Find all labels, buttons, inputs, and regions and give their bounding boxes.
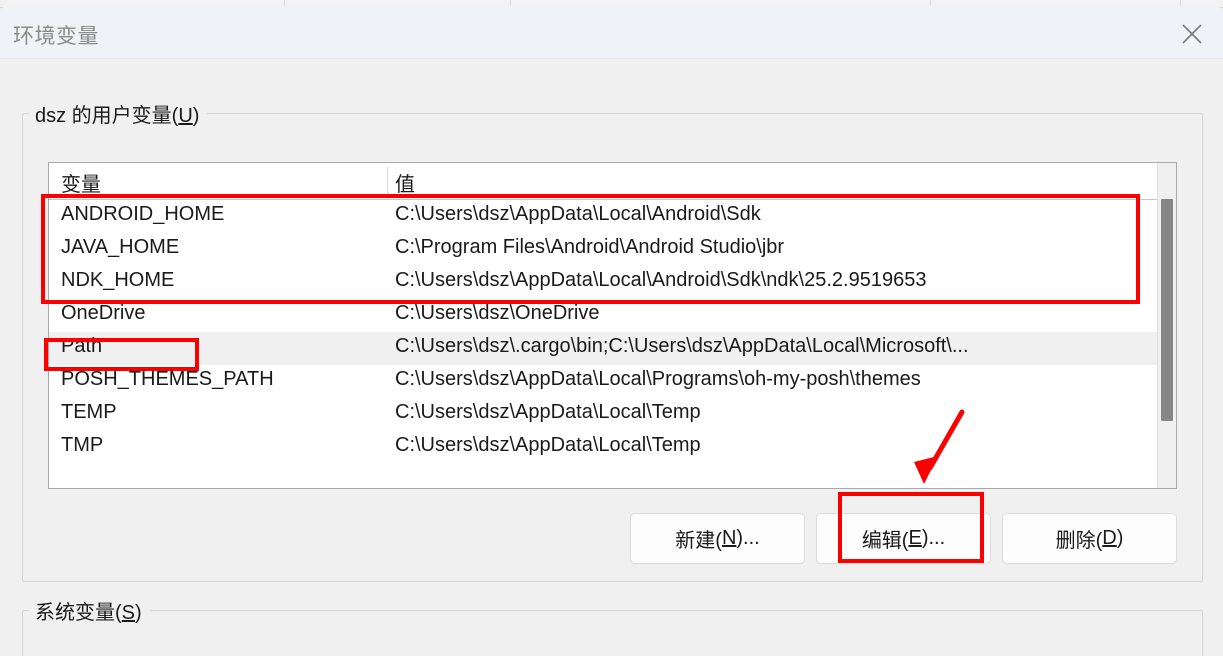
- vertical-scrollbar[interactable]: [1157, 163, 1176, 488]
- column-header-variable[interactable]: 变量: [61, 168, 101, 197]
- new-button[interactable]: 新建(N)...: [630, 513, 805, 564]
- delete-button-suffix: ): [1116, 527, 1124, 549]
- table-cell-variable-name: TMP: [61, 434, 104, 456]
- new-button-accelerator: N: [721, 527, 737, 549]
- edit-button-prefix: 编辑(: [861, 530, 909, 552]
- table-cell-variable-value: C:\Users\dsz\AppData\Local\Programs\oh-m…: [395, 368, 921, 390]
- table-cell-variable-value: C:\Users\dsz\AppData\Local\Android\Sdk\n…: [395, 269, 927, 291]
- table-cell-variable-value: C:\Users\dsz\OneDrive: [395, 302, 600, 324]
- edit-button-accelerator: E: [908, 527, 922, 549]
- legend-prefix: dsz 的用户变量(: [35, 105, 179, 127]
- new-button-prefix: 新建(: [675, 530, 722, 552]
- table-cell-variable-name: OneDrive: [61, 302, 146, 324]
- table-row[interactable]: OneDrive C:\Users\dsz\OneDrive: [49, 299, 1176, 332]
- user-variables-legend: dsz 的用户变量(U): [29, 99, 208, 128]
- column-divider[interactable]: [387, 167, 388, 195]
- table-row[interactable]: TMP C:\Users\dsz\AppData\Local\Temp: [49, 431, 1176, 464]
- table-cell-variable-value: C:\Users\dsz\AppData\Local\Temp: [395, 401, 701, 423]
- environment-variables-dialog: 环境变量 dsz 的用户变量(U) 变量 值 ANDROID_HOME C:\Us…: [0, 6, 1223, 656]
- table-row[interactable]: NDK_HOME C:\Users\dsz\AppData\Local\Andro…: [49, 266, 1176, 299]
- dialog-titlebar: 环境变量: [0, 6, 1223, 59]
- delete-button-prefix: 删除(: [1055, 530, 1103, 552]
- table-row[interactable]: ANDROID_HOME C:\Users\dsz\AppData\Local\A…: [49, 200, 1176, 233]
- edit-button-suffix: )...: [921, 527, 946, 549]
- column-header-value[interactable]: 值: [395, 168, 415, 197]
- system-legend-suffix: ): [135, 602, 142, 624]
- table-cell-variable-name: Path: [61, 335, 103, 357]
- table-cell-variable-name: JAVA_HOME: [61, 236, 180, 258]
- user-variables-groupbox: dsz 的用户变量(U) 变量 值 ANDROID_HOME C:\Users\d…: [22, 99, 1203, 582]
- legend-suffix: ): [192, 105, 200, 127]
- table-row[interactable]: POSH_THEMES_PATH C:\Users\dsz\AppData\Loc…: [49, 365, 1176, 398]
- user-variables-table[interactable]: 变量 值 ANDROID_HOME C:\Users\dsz\AppData\Lo…: [48, 162, 1177, 489]
- table-header-row: 变量 值: [49, 163, 1176, 200]
- system-variables-groupbox: 系统变量(S): [22, 596, 1203, 656]
- system-legend-prefix: 系统变量(: [35, 602, 122, 624]
- table-row[interactable]: TEMP C:\Users\dsz\AppData\Local\Temp: [49, 398, 1176, 431]
- table-row[interactable]: Path C:\Users\dsz\.cargo\bin;C:\Users\dsz…: [49, 332, 1176, 365]
- table-body: ANDROID_HOME C:\Users\dsz\AppData\Local\A…: [49, 200, 1176, 464]
- legend-accelerator: U: [178, 105, 193, 127]
- edit-button[interactable]: 编辑(E)...: [816, 513, 991, 564]
- close-button[interactable]: [1161, 6, 1223, 58]
- table-cell-variable-name: ANDROID_HOME: [61, 203, 225, 225]
- delete-button-accelerator: D: [1102, 527, 1117, 549]
- table-cell-variable-name: POSH_THEMES_PATH: [61, 368, 274, 390]
- table-cell-variable-value: C:\Users\dsz\AppData\Local\Android\Sdk: [395, 203, 761, 225]
- table-row[interactable]: JAVA_HOME C:\Program Files\Android\Androi…: [49, 233, 1176, 266]
- delete-button[interactable]: 删除(D): [1002, 513, 1177, 564]
- table-cell-variable-value: C:\Program Files\Android\Android Studio\…: [395, 236, 785, 258]
- table-cell-variable-name: NDK_HOME: [61, 269, 175, 291]
- system-legend-accelerator: S: [121, 602, 136, 624]
- table-cell-variable-name: TEMP: [61, 401, 117, 423]
- table-cell-variable-value: C:\Users\dsz\AppData\Local\Temp: [395, 434, 701, 456]
- system-variables-legend: 系统变量(S): [29, 596, 150, 625]
- scrollbar-thumb[interactable]: [1161, 199, 1173, 421]
- dialog-title: 环境变量: [13, 25, 99, 48]
- table-cell-variable-value: C:\Users\dsz\.cargo\bin;C:\Users\dsz\App…: [395, 335, 969, 357]
- new-button-suffix: )...: [736, 527, 760, 549]
